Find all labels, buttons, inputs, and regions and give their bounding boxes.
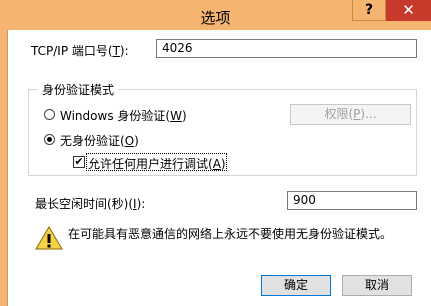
idle-time-label: 最长空闲时间(秒)(I): xyxy=(35,197,146,211)
idle-time-input[interactable]: 900 xyxy=(287,191,417,210)
windows-auth-label[interactable]: Windows 身份验证(W) xyxy=(60,107,187,124)
close-button[interactable]: ✕ xyxy=(386,0,431,21)
cancel-button[interactable]: 取消 xyxy=(342,275,412,296)
ok-button[interactable]: 确定 xyxy=(261,275,331,296)
window-frame-left xyxy=(0,30,7,306)
allow-all-users-label[interactable]: 允许任何用户进行调试(A) xyxy=(88,155,226,172)
warning-message: 在可能具有恶意通信的网络上永远不要使用无身份验证模式。 xyxy=(68,227,393,241)
no-auth-radio[interactable] xyxy=(44,134,55,145)
warning-icon xyxy=(35,226,63,250)
windows-auth-radio[interactable] xyxy=(44,109,55,120)
no-auth-label[interactable]: 无身份验证(O) xyxy=(60,132,139,149)
tcp-port-label: TCP/IP 端口号(T): xyxy=(31,44,129,58)
tcp-port-input[interactable]: 4026 xyxy=(156,39,417,58)
permissions-button[interactable]: 权限(P)... xyxy=(290,104,411,125)
auth-mode-group-title: 身份验证模式 xyxy=(38,81,119,98)
help-button[interactable]: ? xyxy=(352,0,386,21)
allow-all-users-checkbox[interactable]: ✔ xyxy=(73,156,85,168)
